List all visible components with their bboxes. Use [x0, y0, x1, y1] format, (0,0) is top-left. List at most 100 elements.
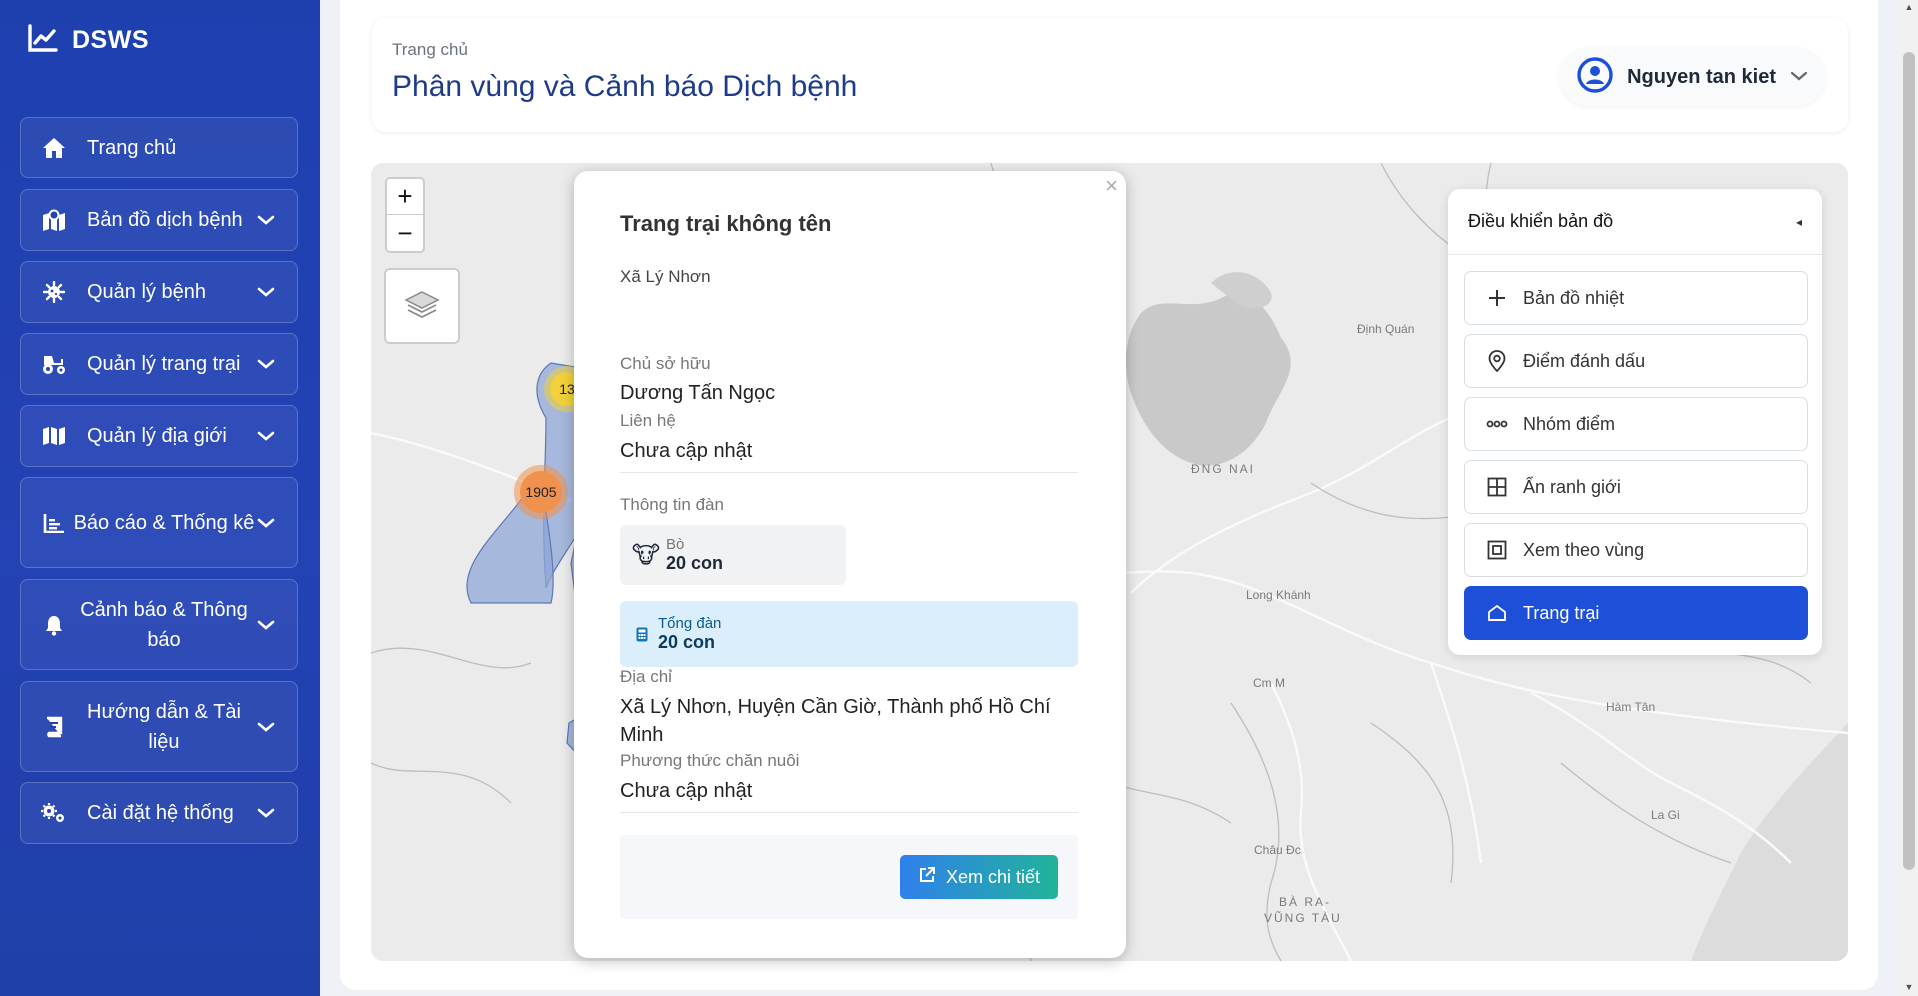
- sidebar-item-label: Cảnh báo & Thông báo: [80, 598, 248, 651]
- map-control-panel: Điều khiển bản đồ ◂ Bản đồ nhiệt Điểm đá…: [1448, 189, 1822, 655]
- map-place-label: Châu Đc: [1254, 843, 1301, 857]
- scroll-down-arrow-icon[interactable]: ▼: [1904, 982, 1914, 992]
- farm-name: Trang trại không tên: [620, 211, 832, 236]
- zoom-in-button[interactable]: +: [387, 179, 423, 215]
- sidebar-item-label: Báo cáo & Thống kê: [73, 511, 255, 534]
- sidebar-item-label: Quản lý địa giới: [87, 425, 227, 447]
- brand-name: DSWS: [72, 26, 149, 54]
- divider: [620, 812, 1078, 813]
- herd-count: 20 con: [666, 553, 724, 573]
- hide-boundaries-label: Ẩn ranh giới: [1523, 476, 1621, 497]
- view-details-button[interactable]: Xem chi tiết: [899, 855, 1058, 899]
- sidebar-item-boundary-management[interactable]: Quản lý địa giới: [20, 405, 298, 467]
- view-by-region-label: Xem theo vùng: [1523, 539, 1645, 560]
- sidebar-item-farm-management[interactable]: Quản lý trang trại: [20, 333, 298, 395]
- scroll-up-arrow-icon[interactable]: ▲: [1904, 2, 1914, 12]
- collapse-caret-icon[interactable]: ◂: [1796, 215, 1802, 229]
- chart-icon: [41, 513, 67, 533]
- sidebar-item-label: Cài đặt hệ thống: [87, 802, 234, 824]
- sidebar-item-settings[interactable]: Cài đặt hệ thống: [20, 782, 298, 844]
- cluster-icon: [1485, 419, 1509, 429]
- page-header: Trang chủ Phân vùng và Cảnh báo Dịch bện…: [372, 18, 1848, 132]
- herd-label: Thông tin đàn: [620, 495, 724, 514]
- divider: [620, 472, 1078, 473]
- gears-icon: [41, 802, 67, 824]
- cluster-count: 1905: [520, 471, 562, 513]
- plus-icon: [1485, 289, 1509, 307]
- sidebar-item-disease-management[interactable]: Quản lý bệnh: [20, 261, 298, 323]
- contact-value: Chưa cập nhật: [620, 440, 753, 462]
- chart-line-icon: [28, 24, 58, 57]
- markers-label: Điểm đánh dấu: [1523, 350, 1646, 371]
- bell-icon: [41, 614, 67, 636]
- address-value: Xã Lý Nhơn, Huyện Cần Giờ, Thành phố Hồ …: [620, 696, 1051, 746]
- chevron-down-icon: [255, 808, 277, 818]
- view-by-region-button[interactable]: Xem theo vùng: [1464, 523, 1808, 577]
- chevron-down-icon: [255, 620, 277, 630]
- map-control-title: Điều khiển bản đồ: [1468, 211, 1614, 231]
- sidebar-item-alerts[interactable]: Cảnh báo & Thông báo: [20, 579, 298, 670]
- map-place-label: Long Khánh: [1246, 588, 1311, 602]
- user-name: Nguyen tan kiet: [1627, 65, 1776, 88]
- sidebar-item-reports[interactable]: Báo cáo & Thống kê: [20, 477, 298, 568]
- sidebar-item-disease-map[interactable]: Bản đồ dịch bệnh: [20, 189, 298, 251]
- map-control-header: Điều khiển bản đồ ◂: [1448, 189, 1822, 255]
- hide-boundaries-button[interactable]: Ẩn ranh giới: [1464, 460, 1808, 514]
- location-pin-icon: [1485, 350, 1509, 372]
- zoom-out-button[interactable]: −: [387, 215, 423, 251]
- map-place-label: Hàm Tân: [1606, 700, 1656, 714]
- virus-icon: [41, 281, 67, 303]
- owner-value: Dương Tấn Ngọc: [620, 382, 776, 404]
- contact-label: Liên hệ: [620, 411, 676, 430]
- sidebar-item-label: Quản lý bệnh: [87, 281, 206, 303]
- map-icon: [41, 426, 67, 446]
- sidebar: DSWS Trang chủ Bản đồ dịch bệnh Quản lý …: [0, 0, 320, 996]
- map-place-label: ĐNG NAI: [1191, 462, 1256, 476]
- map-place-label: Cm M: [1253, 676, 1285, 690]
- farm-popup: × Trang trại không tên Xã Lý Nhơn Chủ sở…: [574, 171, 1126, 958]
- region-icon: [1485, 540, 1509, 560]
- sidebar-item-guides[interactable]: Hướng dẫn & Tài liệu: [20, 681, 298, 772]
- chevron-down-icon: [1790, 68, 1808, 86]
- address-label: Địa chỉ: [620, 667, 672, 686]
- markers-button[interactable]: Điểm đánh dấu: [1464, 334, 1808, 388]
- sidebar-item-label: Quản lý trang trại: [87, 353, 241, 375]
- farms-button[interactable]: Trang trại: [1464, 586, 1808, 640]
- map-marker-icon: [41, 209, 67, 231]
- calculator-icon: [626, 627, 658, 642]
- user-avatar-icon: [1577, 56, 1613, 98]
- barn-icon: [1485, 604, 1509, 622]
- home-icon: [41, 137, 67, 159]
- cluster-marker[interactable]: 1905: [514, 465, 568, 519]
- farm-commune: Xã Lý Nhơn: [620, 267, 711, 286]
- sidebar-item-home[interactable]: Trang chủ: [20, 117, 298, 178]
- cow-icon: 🐮: [631, 541, 661, 569]
- total-herd-count: 20 con: [658, 632, 716, 652]
- grid-icon: [1485, 477, 1509, 497]
- tractor-icon: [41, 353, 67, 375]
- chevron-down-icon: [255, 518, 277, 528]
- farming-method-label: Phương thức chăn nuôi: [620, 751, 800, 770]
- map-place-label: Định Quán: [1357, 322, 1415, 336]
- external-link-icon: [918, 866, 936, 889]
- scrollbar-thumb[interactable]: [1903, 52, 1915, 870]
- page-title: Phân vùng và Cảnh báo Dịch bệnh: [392, 70, 858, 103]
- map-place-label: VŨNG TÀU: [1264, 911, 1342, 925]
- map-place-label: BÀ RA-: [1279, 895, 1332, 909]
- farming-method-value: Chưa cập nhật: [620, 780, 753, 802]
- cluster-button[interactable]: Nhóm điểm: [1464, 397, 1808, 451]
- sidebar-item-label: Bản đồ dịch bệnh: [87, 209, 243, 231]
- popup-footer: Xem chi tiết: [620, 835, 1078, 919]
- herd-species: Bò: [666, 536, 685, 553]
- popup-close-button[interactable]: ×: [1105, 173, 1118, 199]
- breadcrumb[interactable]: Trang chủ: [392, 40, 468, 60]
- heatmap-label: Bản đồ nhiệt: [1523, 287, 1625, 308]
- chevron-down-icon: [255, 359, 277, 369]
- user-menu[interactable]: Nguyen tan kiet: [1559, 48, 1826, 106]
- heatmap-button[interactable]: Bản đồ nhiệt: [1464, 271, 1808, 325]
- sidebar-item-label: Hướng dẫn & Tài liệu: [87, 700, 241, 753]
- brand[interactable]: DSWS: [28, 24, 149, 57]
- page-scrollbar[interactable]: ▲ ▼: [1900, 0, 1918, 996]
- layers-button[interactable]: [384, 268, 460, 344]
- chevron-down-icon: [255, 431, 277, 441]
